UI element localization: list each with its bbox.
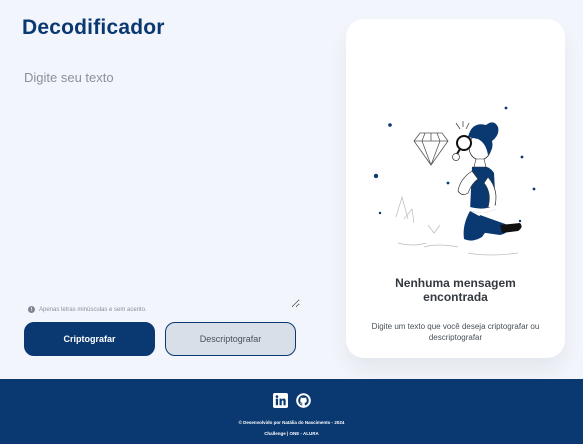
page: Decodificador ! Apenas letras minúsculas… — [0, 0, 583, 444]
hint-text: Apenas letras minúsculas e sem acento. — [39, 306, 147, 313]
social-links — [0, 393, 583, 408]
output-panel: Nenhuma mensagem encontrada Digite um te… — [346, 19, 565, 358]
decrypt-button[interactable]: Descriptografar — [165, 322, 296, 356]
footer-challenge: Challenge | ONE - ALURA — [264, 431, 319, 436]
info-icon: ! — [28, 306, 35, 313]
encrypt-button[interactable]: Criptografar — [24, 322, 155, 356]
page-title: Decodificador — [22, 16, 165, 39]
person-with-magnifying-glass-and-diamond-illustration — [373, 106, 536, 256]
linkedin-icon[interactable] — [272, 393, 288, 408]
github-icon[interactable] — [295, 393, 311, 408]
empty-state-title: Nenhuma mensagem encontrada — [395, 276, 516, 304]
footer: © Desenvolvido por Natália do Nascimento… — [0, 379, 583, 444]
input-hint: ! Apenas letras minúsculas e sem acento. — [28, 306, 147, 313]
footer-credit: © Desenvolvido por Natália do Nascimento… — [238, 420, 345, 425]
empty-state-subtitle: Digite um texto que você deseja criptogr… — [371, 322, 540, 342]
message-input[interactable] — [16, 62, 300, 308]
